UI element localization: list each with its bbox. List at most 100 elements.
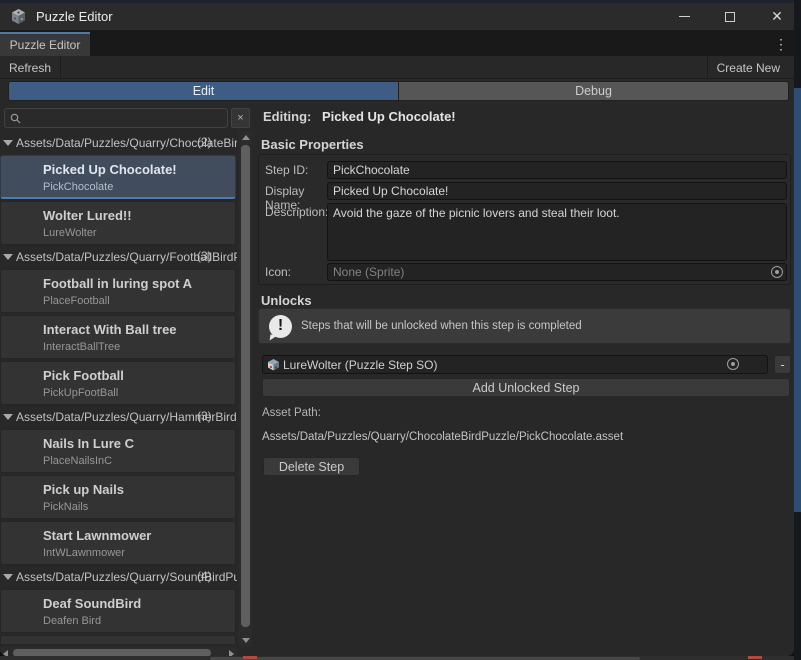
icon-object-value: None (Sprite) [328,265,404,279]
asset-path-label: Asset Path: [262,407,321,419]
scroll-up-icon[interactable] [242,135,250,140]
step-list-item[interactable]: Pick Football PickUpFootBall [0,361,236,405]
step-title: Nails In Lure C [43,436,235,451]
step-list-item[interactable]: Wolter Lured!! LureWolter [0,201,236,245]
description-label: Description: [265,203,327,261]
background-red-mark [243,656,257,659]
step-list-item[interactable]: Nails In Lure C PlaceNailsInC [0,429,236,473]
step-id-label: Step ID: [265,161,327,179]
asset-path-value: Assets/Data/Puzzles/Quarry/ChocolateBird… [262,431,623,443]
step-title: Pick Football [43,368,235,383]
search-clear-button[interactable]: × [231,108,250,128]
foldout-arrow-icon [3,414,13,420]
asset-group-header[interactable]: Assets/Data/Puzzles/Quarry/SoundBirdPuzz… [0,568,237,586]
step-id: PlaceFootball [43,295,235,307]
step-list-item[interactable]: Interact With Ball treeInteractBallTree [0,315,236,359]
refresh-button[interactable]: Refresh [0,56,61,79]
tab-label: Puzzle Editor [10,38,81,52]
step-list-item[interactable]: Deaf SoundBird Deafen Bird [0,589,236,633]
step-id: PlaceNailsInC [43,455,235,467]
horizontal-scrollbar[interactable] [0,647,237,656]
step-title: Start Lawnmower [43,528,235,543]
foldout-arrow-icon [3,140,13,146]
step-id: PickNails [43,501,235,513]
mode-toggle: Edit Debug [8,81,789,101]
step-title: Deaf SoundBird [43,596,235,611]
unlocks-title: Unlocks [261,293,312,308]
step-list-item[interactable]: Picked Up Chocolate! PickChocolate [0,155,236,199]
step-list-item[interactable]: Start Lawnmower IntWLawnmower [0,521,236,565]
step-id: IntWLawnmower [43,547,235,559]
asset-group-count: (4) [197,569,212,583]
unlocked-step-object-value: LureWolter (Puzzle Step SO) [283,358,438,372]
background-right-sliver [794,0,801,660]
step-title: Pick up Nails [43,482,235,497]
object-picker-icon[interactable] [771,266,783,278]
horizontal-scrollbar-thumb[interactable] [13,649,211,656]
asset-group-count: (3) [197,249,212,263]
tab-menu-kebab-icon[interactable]: ⋮ [773,34,789,54]
step-id: LureWolter [43,227,235,239]
asset-group-header[interactable]: Assets/Data/Puzzles/Quarry/HammerBirdPuz… [0,408,237,426]
description-field[interactable]: Avoid the gaze of the picnic lovers and … [327,203,787,261]
icon-label: Icon: [265,263,327,281]
asset-group-header[interactable]: Assets/Data/Puzzles/Quarry/ChocolateBird… [0,134,237,152]
step-id: PickChocolate [43,181,235,193]
scroll-left-icon[interactable] [3,650,8,656]
editing-value: Picked Up Chocolate! [322,109,456,124]
search-input[interactable] [21,110,227,126]
create-new-button[interactable]: Create New [707,56,789,79]
tab-debug[interactable]: Debug [399,82,788,100]
step-id: Deafen Bird [43,615,235,627]
asset-group-count: (3) [197,409,212,423]
app-cube-icon [10,8,27,25]
tab-puzzle-editor[interactable]: Puzzle Editor [0,32,90,56]
step-title: Football in luring spot A [43,276,235,291]
step-list: Assets/Data/Puzzles/Quarry/ChocolateBird… [0,131,237,644]
minimize-button[interactable] [662,3,706,30]
step-list-item[interactable]: Football in luring spot A PlaceFootball [0,269,236,313]
background-bottom-sliver [0,656,794,660]
step-title: Picked Up Chocolate! [43,162,235,177]
object-picker-icon[interactable] [727,358,739,370]
unlocks-help-box: ! Steps that will be unlocked when this … [258,308,791,344]
editing-label: Editing: [263,109,311,124]
basic-properties-title: Basic Properties [261,137,364,152]
unlocked-step-object-field[interactable]: LureWolter (Puzzle Step SO) [262,355,768,374]
toolbar: Refresh Create New [0,56,794,79]
search-icon [10,113,21,124]
step-list-item[interactable]: Picked up Headband! [0,635,236,644]
tab-strip: Puzzle Editor ⋮ [0,30,794,56]
step-id: PickUpFootBall [43,387,235,399]
step-title: Picked up Headband! [43,642,235,644]
foldout-arrow-icon [3,254,13,260]
step-list-item[interactable]: Pick up Nails PickNails [0,475,236,519]
step-title: Interact With Ball tree [43,322,235,337]
search-box[interactable] [4,108,228,128]
step-id-input[interactable] [327,161,787,179]
maximize-button[interactable] [708,3,752,30]
scriptable-object-icon [267,358,280,371]
vertical-scrollbar[interactable] [239,131,252,647]
title-bar[interactable]: Puzzle Editor ✕ [0,3,794,30]
scroll-right-icon[interactable] [229,650,234,656]
unlocks-help-text: Steps that will be unlocked when this st… [301,320,582,332]
info-bubble-icon: ! [269,315,292,338]
puzzle-editor-window: Puzzle Editor ✕ Puzzle Editor ⋮ Refresh … [0,3,794,656]
tab-edit[interactable]: Edit [9,82,399,100]
asset-group-header[interactable]: Assets/Data/Puzzles/Quarry/FootballBirdP… [0,248,237,266]
close-button[interactable]: ✕ [755,3,794,30]
delete-step-button[interactable]: Delete Step [263,457,360,476]
display-name-input[interactable] [327,182,787,200]
scroll-down-icon[interactable] [242,638,250,643]
window-title: Puzzle Editor [36,9,113,24]
vertical-scrollbar-thumb[interactable] [241,145,250,627]
basic-properties-box: Step ID: Display Name: Description: Avoi… [258,154,791,285]
foldout-arrow-icon [3,574,13,580]
icon-object-field[interactable]: None (Sprite) [327,263,787,281]
remove-unlocked-step-button[interactable]: - [774,355,791,374]
step-title: Wolter Lured!! [43,208,235,223]
background-scrollbar-strip [794,88,801,512]
background-red-mark [748,656,762,659]
add-unlocked-step-button[interactable]: Add Unlocked Step [262,378,790,397]
